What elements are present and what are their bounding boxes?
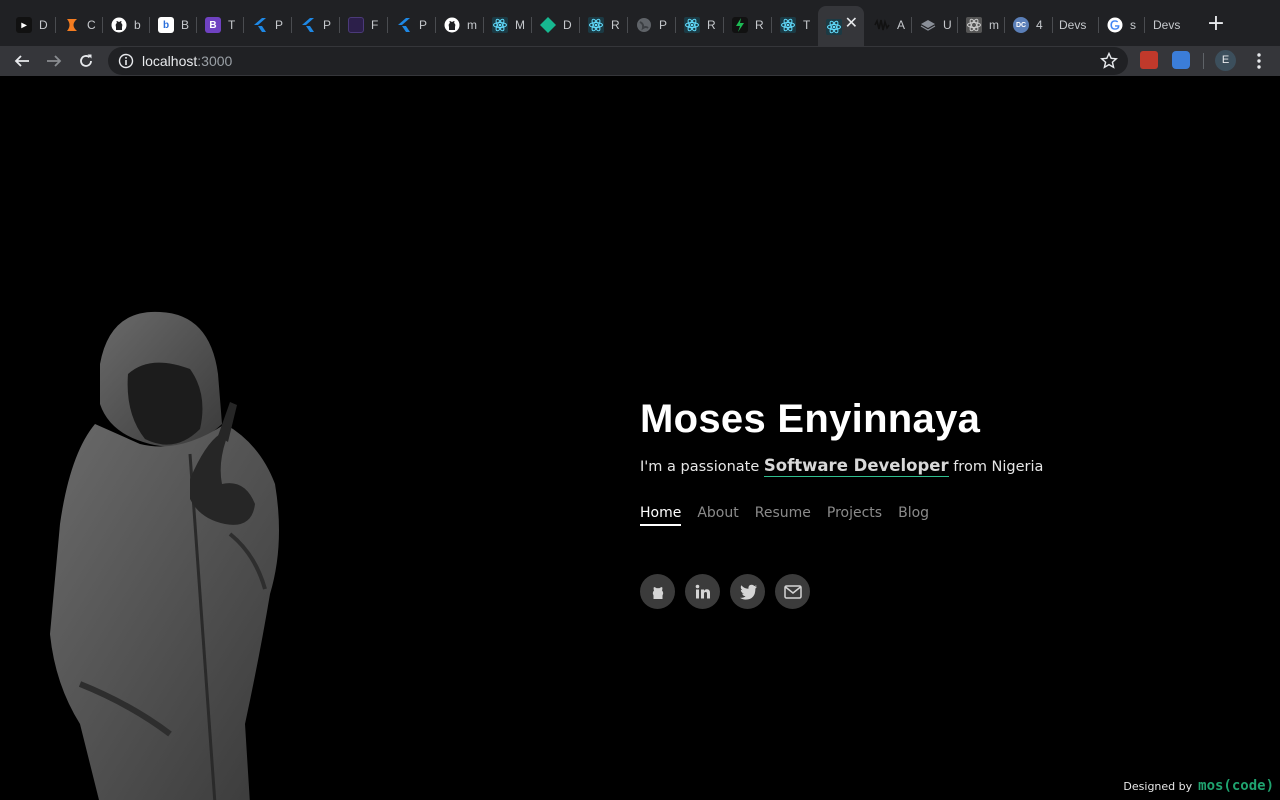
browser-tab[interactable]: R: [676, 8, 724, 42]
email-link[interactable]: [775, 574, 810, 609]
mail-icon: [783, 584, 802, 599]
browser-tab[interactable]: Devs: [1145, 8, 1191, 42]
react-icon: [826, 19, 842, 35]
url-text: localhost:3000: [142, 53, 232, 69]
browser-tab[interactable]: B T: [197, 8, 244, 42]
tagline-role: Software Developer: [763, 456, 949, 477]
github-link[interactable]: [640, 574, 675, 609]
browser-tab[interactable]: C: [56, 8, 103, 42]
browser-tab[interactable]: m: [436, 8, 484, 42]
react-gray-icon: [966, 17, 982, 33]
codepen-orange-icon: [64, 17, 80, 33]
profile-photo: [50, 311, 279, 800]
flutter-icon: [396, 17, 412, 33]
flutter-icon: [300, 17, 316, 33]
browser-tab[interactable]: ▸ D: [8, 8, 56, 42]
browser-tab[interactable]: M: [484, 8, 532, 42]
browser-tab[interactable]: A: [866, 8, 912, 42]
extension-icon[interactable]: [1140, 51, 1158, 69]
reload-button[interactable]: [74, 49, 98, 73]
main-nav: Home About Resume Projects Blog: [640, 505, 1240, 526]
designer-credit: Designed by mos(code): [1123, 778, 1274, 794]
github-icon: [652, 586, 663, 599]
new-tab-button[interactable]: +: [1204, 12, 1228, 36]
credit-text: Designed by: [1123, 780, 1193, 793]
forward-button[interactable]: [42, 49, 66, 73]
nav-blog[interactable]: Blog: [898, 505, 929, 526]
react-icon: [492, 17, 508, 33]
url-host: localhost: [142, 53, 198, 69]
arrow-right-icon: [47, 55, 62, 67]
tagline-prefix: I'm a passionate: [640, 459, 764, 475]
bulb-icon: b: [158, 17, 174, 33]
twitter-icon: [739, 584, 757, 600]
browser-tab[interactable]: b B: [150, 8, 197, 42]
flutter-icon: [252, 17, 268, 33]
layers-icon: [920, 17, 936, 33]
more-options-icon[interactable]: [1250, 51, 1268, 71]
brand-logo[interactable]: mos(code): [1198, 778, 1274, 794]
browser-tab[interactable]: R: [724, 8, 772, 42]
browser-tab[interactable]: D: [532, 8, 580, 42]
bookmark-star-icon[interactable]: [1100, 52, 1118, 70]
nav-about[interactable]: About: [697, 505, 738, 526]
tab-strip: ▸ D C b b B B T P P F P m M D R P R R T …: [0, 0, 1280, 46]
globe-icon: [636, 17, 652, 33]
linkedin-icon: [695, 584, 710, 598]
browser-tab[interactable]: F: [340, 8, 388, 42]
browser-tab[interactable]: R: [580, 8, 628, 42]
back-button[interactable]: [10, 49, 34, 73]
tagline-suffix: from Nigeria: [948, 459, 1044, 475]
nav-projects[interactable]: Projects: [827, 505, 882, 526]
extension-shield-icon[interactable]: [1172, 51, 1190, 69]
react-icon: [588, 17, 604, 33]
nav-resume[interactable]: Resume: [755, 505, 811, 526]
dc-icon: DC: [1013, 17, 1029, 33]
address-bar[interactable]: localhost:3000: [108, 47, 1128, 75]
nav-home[interactable]: Home: [640, 505, 682, 526]
browser-tab[interactable]: Devs: [1053, 8, 1099, 42]
app-icon: ▸: [16, 17, 32, 33]
browser-tab[interactable]: U: [912, 8, 958, 42]
social-links: [640, 574, 1240, 609]
react-icon: [684, 17, 700, 33]
browser-tab[interactable]: b: [103, 8, 150, 42]
browser-tab[interactable]: T: [772, 8, 818, 42]
arrow-left-icon: [14, 55, 29, 67]
hero-section: Moses Enyinnaya I'm a passionate Softwar…: [640, 396, 1240, 609]
browser-tab-active[interactable]: ✕: [818, 6, 864, 46]
browser-tab[interactable]: P: [628, 8, 676, 42]
react-icon: [780, 17, 796, 33]
page-title: Moses Enyinnaya: [640, 397, 981, 441]
close-tab-icon[interactable]: ✕: [845, 16, 858, 32]
profile-avatar[interactable]: E: [1215, 50, 1236, 71]
tagline: I'm a passionate Software Developer from…: [640, 456, 1240, 477]
info-icon[interactable]: [118, 53, 134, 69]
browser-tab[interactable]: P: [244, 8, 292, 42]
bolt-icon: [732, 17, 748, 33]
browser-toolbar: localhost:3000 E: [0, 46, 1280, 76]
twitter-link[interactable]: [730, 574, 765, 609]
google-icon: [1107, 17, 1123, 33]
github-icon: [111, 17, 127, 33]
browser-tab[interactable]: DC 4: [1005, 8, 1053, 42]
browser-tab[interactable]: m: [958, 8, 1005, 42]
linkedin-link[interactable]: [685, 574, 720, 609]
browser-tab[interactable]: s: [1099, 8, 1145, 42]
browser-tab[interactable]: P: [388, 8, 436, 42]
diamond-icon: [540, 17, 556, 33]
figma-icon: [348, 17, 364, 33]
wave-icon: [874, 17, 890, 33]
bootstrap-icon: B: [205, 17, 221, 33]
github-icon: [444, 17, 460, 33]
reload-icon: [80, 54, 92, 67]
url-port: :3000: [197, 53, 233, 69]
browser-tab[interactable]: P: [292, 8, 340, 42]
page-viewport: Moses Enyinnaya I'm a passionate Softwar…: [0, 76, 1280, 800]
